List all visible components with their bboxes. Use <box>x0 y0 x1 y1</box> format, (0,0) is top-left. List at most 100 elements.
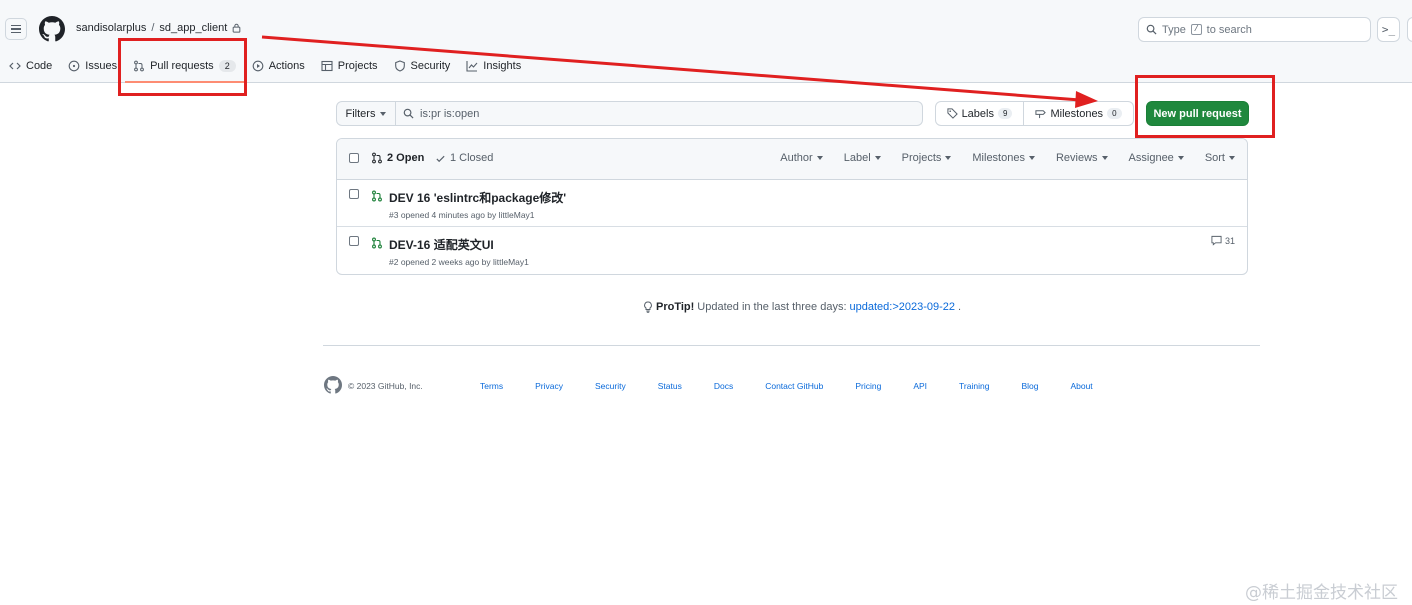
chevron-down-icon <box>1028 156 1035 160</box>
footer-link-training[interactable]: Training <box>959 381 989 391</box>
footer-link-docs[interactable]: Docs <box>714 381 733 391</box>
search-prefix: Type <box>1162 23 1186 36</box>
filter-query-value: is:pr is:open <box>420 107 480 120</box>
milestones-filter-label: Milestones <box>972 152 1025 164</box>
chevron-down-icon <box>1101 156 1108 160</box>
sort-label: Sort <box>1204 152 1225 164</box>
closed-count-label: 1 Closed <box>450 152 494 164</box>
tab-security[interactable]: Security <box>386 55 459 77</box>
row-checkbox[interactable] <box>349 236 359 246</box>
footer-divider <box>323 345 1260 346</box>
pull-request-title-link[interactable]: DEV 16 'eslintrc和package修改' <box>389 189 566 206</box>
milestone-icon <box>1035 110 1047 119</box>
assignee-filter-dropdown[interactable]: Assignee <box>1129 152 1184 164</box>
chevron-down-icon <box>1229 156 1235 160</box>
play-icon <box>252 60 264 72</box>
check-icon <box>436 155 445 162</box>
labels-label: Labels <box>961 107 994 120</box>
annotation-highlight-pull-requests <box>118 38 247 96</box>
footer-links: Terms Privacy Security Status Docs Conta… <box>480 381 1125 391</box>
footer-link-blog[interactable]: Blog <box>1021 381 1038 391</box>
pull-request-meta: #3 opened 4 minutes ago by littleMay1 <box>389 210 535 220</box>
footer-link-contact[interactable]: Contact GitHub <box>765 381 823 391</box>
owner-link[interactable]: sandisolarplus <box>76 22 146 34</box>
milestones-button[interactable]: Milestones 0 <box>1024 101 1134 126</box>
labels-button[interactable]: Labels 9 <box>935 101 1024 126</box>
list-header: 2 Open 1 Closed Author Label Projects Mi… <box>337 139 1247 180</box>
graph-icon <box>466 61 478 72</box>
tab-code[interactable]: Code <box>9 55 60 77</box>
tag-icon <box>946 108 958 119</box>
assignee-filter-label: Assignee <box>1128 152 1174 164</box>
annotation-highlight-new-pr <box>1135 75 1275 138</box>
milestones-filter-dropdown[interactable]: Milestones <box>972 152 1035 164</box>
global-search-input[interactable]: Type / to search <box>1138 17 1371 42</box>
table-icon <box>321 60 333 72</box>
tab-insights-label: Insights <box>483 60 522 72</box>
chevron-down-icon <box>816 156 823 160</box>
select-all-checkbox[interactable] <box>349 153 359 163</box>
github-logo-icon[interactable] <box>324 376 342 394</box>
tab-code-label: Code <box>26 60 53 72</box>
list-sort-filters: Author Label Projects Milestones Reviews… <box>780 152 1235 164</box>
search-icon <box>403 108 414 119</box>
reviews-filter-dropdown[interactable]: Reviews <box>1056 152 1108 164</box>
tab-issues[interactable]: Issues <box>60 55 125 77</box>
footer-link-status[interactable]: Status <box>658 381 682 391</box>
filter-search-input[interactable]: is:pr is:open <box>396 101 923 126</box>
hamburger-menu-button[interactable] <box>5 18 27 40</box>
tab-security-label: Security <box>410 60 451 72</box>
label-filter-label: Label <box>843 152 871 164</box>
pull-request-title-link[interactable]: DEV-16 适配英文UI <box>389 236 494 253</box>
breadcrumb-separator: / <box>151 22 155 34</box>
table-row: DEV 16 'eslintrc和package修改' #3 opened 4 … <box>337 180 1247 227</box>
protip-query-link[interactable]: updated:>2023-09-22 <box>850 301 956 313</box>
footer-link-privacy[interactable]: Privacy <box>535 381 563 391</box>
tab-projects[interactable]: Projects <box>313 55 386 77</box>
open-filter-link[interactable]: 2 Open <box>371 152 424 164</box>
row-checkbox[interactable] <box>349 189 359 199</box>
table-row: DEV-16 适配英文UI #2 opened 2 weeks ago by l… <box>337 227 1247 274</box>
header-edge-button[interactable] <box>1407 17 1412 42</box>
tab-actions[interactable]: Actions <box>244 55 313 77</box>
projects-filter-label: Projects <box>901 152 942 164</box>
labels-count-badge: 9 <box>997 108 1013 119</box>
projects-filter-dropdown[interactable]: Projects <box>902 152 952 164</box>
chevron-down-icon <box>874 156 881 160</box>
footer-link-security[interactable]: Security <box>595 381 626 391</box>
breadcrumb: sandisolarplus / sd_app_client <box>76 22 241 34</box>
open-pull-request-icon <box>372 237 382 249</box>
issue-icon <box>68 60 80 72</box>
shield-icon <box>394 60 405 72</box>
closed-filter-link[interactable]: 1 Closed <box>435 152 493 164</box>
github-logo-icon[interactable] <box>39 16 65 42</box>
author-filter-dropdown[interactable]: Author <box>780 152 823 164</box>
label-filter-dropdown[interactable]: Label <box>844 152 881 164</box>
comments-link[interactable]: 31 <box>1211 235 1235 246</box>
pull-request-list: 2 Open 1 Closed Author Label Projects Mi… <box>336 138 1248 275</box>
repo-tabs: Code Issues Pull requests 2 Actions Proj… <box>9 55 529 83</box>
search-icon <box>1146 24 1157 35</box>
filters-dropdown-button[interactable]: Filters <box>336 101 396 126</box>
footer-link-about[interactable]: About <box>1070 381 1092 391</box>
protip-text: Updated in the last three days: <box>697 301 847 313</box>
repo-link[interactable]: sd_app_client <box>159 22 227 34</box>
sort-dropdown[interactable]: Sort <box>1205 152 1235 164</box>
chevron-down-icon <box>380 111 387 116</box>
command-palette-button[interactable]: >_ <box>1377 17 1400 42</box>
tab-issues-label: Issues <box>85 60 118 72</box>
pull-request-meta: #2 opened 2 weeks ago by littleMay1 <box>389 257 529 267</box>
footer-link-pricing[interactable]: Pricing <box>855 381 881 391</box>
search-suffix: to search <box>1206 23 1252 36</box>
protip-bold: ProTip! <box>656 301 695 313</box>
reviews-filter-label: Reviews <box>1055 152 1098 164</box>
footer-link-api[interactable]: API <box>913 381 927 391</box>
open-count-label: 2 Open <box>387 152 425 164</box>
footer-link-terms[interactable]: Terms <box>480 381 503 391</box>
milestones-label: Milestones <box>1050 107 1104 120</box>
pull-request-icon <box>372 152 382 164</box>
tab-insights[interactable]: Insights <box>458 55 529 77</box>
footer-copyright: © 2023 GitHub, Inc. <box>348 381 423 391</box>
protip: ProTip! Updated in the last three days: … <box>643 301 961 313</box>
milestones-count-badge: 0 <box>1107 108 1122 119</box>
